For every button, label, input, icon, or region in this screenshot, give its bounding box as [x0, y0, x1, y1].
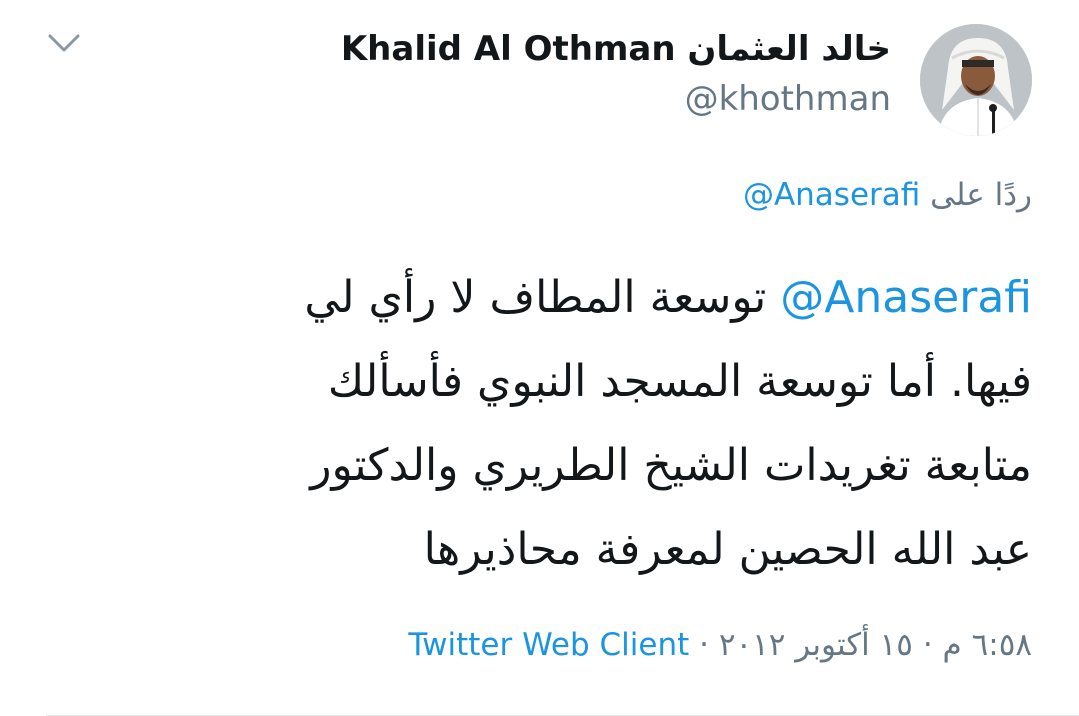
meta-separator: · — [922, 627, 933, 663]
reply-prefix: ردًا على — [930, 177, 1032, 213]
tweet-body: @Anaserafi توسعة المطاف لا رأي لي فيها. … — [122, 256, 1032, 592]
tweet-meta: ٦:٥٨ م · ١٥ أكتوبر ٢٠١٢ · Twitter Web Cl… — [408, 622, 1032, 668]
tweet-mention-link[interactable]: @Anaserafi — [780, 272, 1032, 323]
user-photo-icon — [920, 24, 1032, 136]
tweet-date[interactable]: ١٥ أكتوبر ٢٠١٢ — [719, 627, 913, 663]
tweet-line-1: @Anaserafi توسعة المطاف لا رأي لي — [122, 256, 1032, 340]
avatar[interactable] — [920, 24, 1032, 136]
tweet-time[interactable]: ٦:٥٨ م — [943, 627, 1032, 663]
tweet-line-3: متابعة تغريدات الشيخ الطريري والدكتور — [310, 440, 1032, 491]
display-name-arabic: خالد العثمان — [687, 29, 891, 69]
reply-mention-link[interactable]: @Anaserafi — [743, 177, 920, 213]
user-handle[interactable]: @khothman — [341, 74, 891, 124]
reply-context: ردًا على @Anaserafi — [743, 172, 1032, 218]
display-name-latin: Khalid Al Othman — [340, 29, 676, 69]
tweet-line-2: فيها. أما توسعة المسجد النبوي فأسألك — [327, 356, 1032, 407]
display-name[interactable]: Khalid Al Othman خالد العثمان — [341, 24, 891, 74]
tweet-author[interactable]: Khalid Al Othman خالد العثمان @khothman — [341, 24, 891, 124]
meta-separator-2: · — [699, 627, 709, 663]
tweet-line-1-text: توسعة المطاف لا رأي لي — [304, 272, 781, 323]
tweet-line-4: عبد الله الحصين لمعرفة محاذيرها — [423, 524, 1032, 575]
chevron-down-icon[interactable] — [46, 28, 82, 58]
tweet-source-link[interactable]: Twitter Web Client — [408, 627, 689, 663]
